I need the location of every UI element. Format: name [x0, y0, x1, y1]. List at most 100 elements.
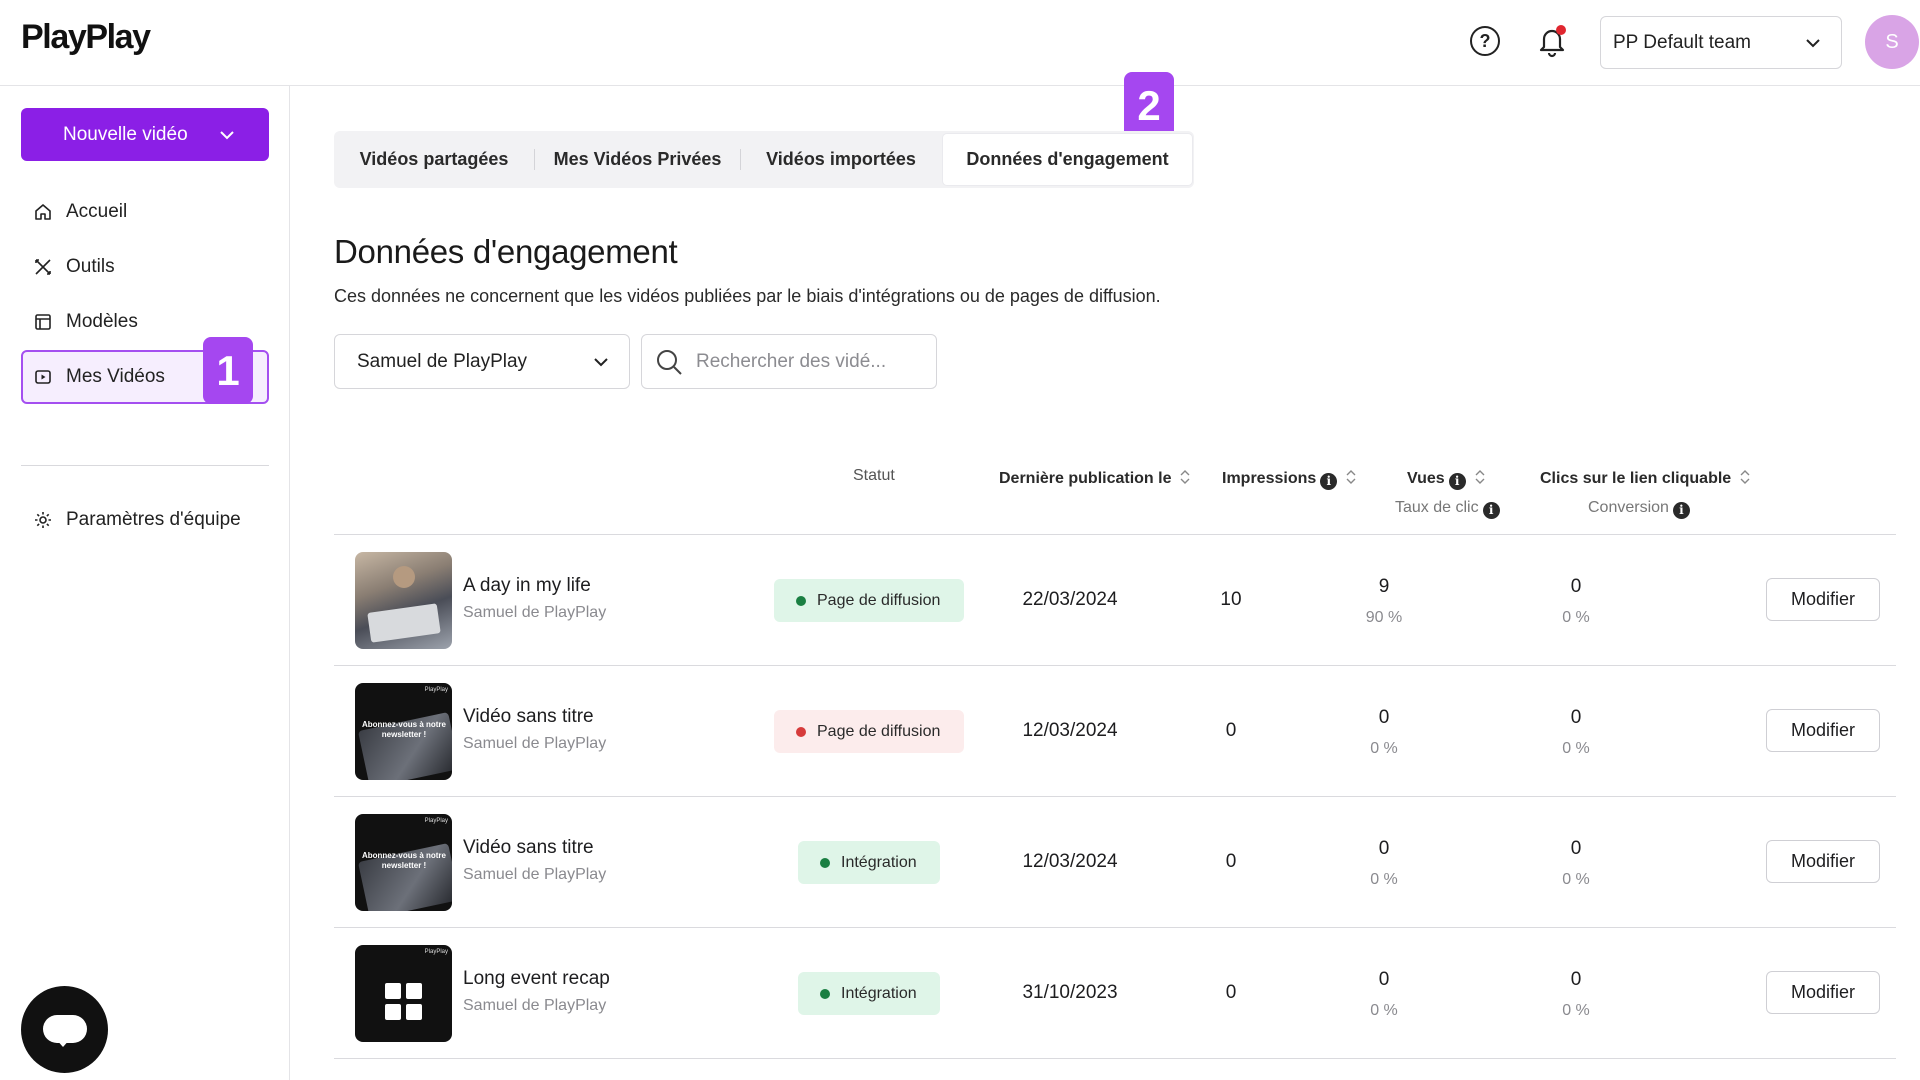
column-header-label: Clics sur le lien cliquable	[1540, 470, 1732, 487]
video-title[interactable]: Vidéo sans titre	[463, 706, 594, 728]
sidebar: Nouvelle vidéo Accueil Outils Modèles Me…	[0, 86, 290, 1080]
status-dot	[820, 989, 830, 999]
impressions-value: 0	[1225, 720, 1237, 741]
info-icon[interactable]: i	[1672, 502, 1690, 519]
video-author: Samuel de PlayPlay	[463, 604, 607, 621]
status-dot	[820, 858, 830, 868]
status-label: Intégration	[841, 985, 917, 1002]
info-icon[interactable]: i	[1320, 473, 1338, 490]
author-filter-select[interactable]: Samuel de PlayPlay	[334, 334, 630, 389]
column-subheader-ctr: Taux de clic i	[1395, 499, 1500, 519]
top-bar: PlayPlay ? PP Default team S	[0, 0, 1920, 86]
sidebar-item-outils[interactable]: Outils	[21, 240, 269, 294]
team-selector[interactable]: PP Default team	[1600, 16, 1842, 69]
video-icon	[35, 370, 51, 384]
sidebar-item-label: Accueil	[66, 201, 128, 222]
tab-private-videos[interactable]: Mes Vidéos Privées	[535, 131, 740, 188]
video-author: Samuel de PlayPlay	[463, 735, 607, 752]
search-input[interactable]	[696, 343, 926, 380]
sidebar-item-label: Paramètres d'équipe	[66, 509, 241, 530]
column-subheader-label: Taux de clic	[1395, 499, 1479, 516]
modify-button[interactable]: Modifier	[1766, 709, 1880, 752]
template-icon	[35, 314, 51, 330]
chevron-down-icon	[220, 131, 234, 140]
column-header-label: Impressions	[1222, 470, 1317, 487]
conversion-value: 0 %	[1562, 871, 1590, 888]
table-row[interactable]: PlayPlay Long event recap Samuel de Play…	[334, 928, 1896, 1059]
column-header-impressions[interactable]: Impressions i	[1222, 467, 1357, 490]
sidebar-divider	[21, 465, 269, 466]
tab-imported-videos[interactable]: Vidéos importées	[741, 131, 941, 188]
search-box	[641, 334, 937, 389]
clicks-value: 0	[1570, 707, 1582, 728]
views-value: 9	[1378, 576, 1390, 597]
impressions-value: 0	[1225, 851, 1237, 872]
user-avatar[interactable]: S	[1865, 15, 1919, 69]
column-header-label: Dernière publication le	[999, 470, 1172, 487]
step-badge-1: 1	[203, 337, 253, 404]
views-value: 0	[1378, 969, 1390, 990]
table-row[interactable]: A day in my life Samuel de PlayPlay Page…	[334, 535, 1896, 666]
sidebar-item-accueil[interactable]: Accueil	[21, 185, 269, 239]
tab-shared-videos[interactable]: Vidéos partagées	[334, 131, 534, 188]
video-title[interactable]: Vidéo sans titre	[463, 837, 594, 859]
video-thumbnail[interactable]: PlayPlay Abonnez-vous à notre newsletter…	[355, 814, 452, 911]
impressions-value: 0	[1225, 982, 1237, 1003]
playplay-logo[interactable]: PlayPlay	[21, 18, 151, 57]
column-subheader-conversion: Conversion i	[1588, 499, 1690, 519]
clicks-value: 0	[1570, 838, 1582, 859]
new-video-label: Nouvelle vidéo	[63, 124, 188, 145]
ctr-value: 90 %	[1365, 609, 1403, 626]
column-header-clicks[interactable]: Clics sur le lien cliquable	[1540, 467, 1751, 488]
team-selector-label: PP Default team	[1613, 32, 1752, 53]
video-thumbnail[interactable]: PlayPlay Abonnez-vous à notre newsletter…	[355, 683, 452, 780]
video-title[interactable]: A day in my life	[463, 575, 591, 597]
modify-button[interactable]: Modifier	[1766, 971, 1880, 1014]
status-label: Page de diffusion	[817, 592, 941, 609]
status-label: Page de diffusion	[817, 723, 941, 740]
last-published-date: 22/03/2024	[1022, 589, 1118, 610]
modify-button[interactable]: Modifier	[1766, 840, 1880, 883]
sort-icon	[1740, 470, 1750, 484]
status-badge: Intégration	[798, 972, 940, 1015]
thumbnail-brand: PlayPlay	[424, 818, 448, 824]
status-dot	[796, 596, 806, 606]
table-row[interactable]: PlayPlay Abonnez-vous à notre newsletter…	[334, 797, 1896, 928]
video-title[interactable]: Long event recap	[463, 968, 610, 990]
last-published-date: 31/10/2023	[1022, 982, 1118, 1003]
video-author: Samuel de PlayPlay	[463, 866, 607, 883]
search-icon	[657, 350, 682, 375]
chevron-down-icon	[1806, 39, 1820, 48]
ctr-value: 0 %	[1370, 740, 1398, 757]
impressions-value: 10	[1220, 589, 1242, 610]
help-icon[interactable]: ?	[1470, 26, 1500, 56]
ctr-value: 0 %	[1370, 1002, 1398, 1019]
sidebar-item-team-settings[interactable]: Paramètres d'équipe	[21, 493, 269, 547]
gear-icon	[35, 512, 51, 528]
video-thumbnail[interactable]	[355, 552, 452, 649]
chat-support-button[interactable]	[21, 986, 108, 1073]
views-value: 0	[1378, 838, 1390, 859]
thumbnail-caption: Abonnez-vous à notre newsletter !	[361, 720, 446, 739]
column-header-views[interactable]: Vues i	[1407, 467, 1486, 490]
home-icon	[35, 204, 51, 220]
new-video-button[interactable]: Nouvelle vidéo	[21, 108, 269, 161]
column-header-status: Statut	[853, 467, 895, 484]
thumbnail-caption: Abonnez-vous à notre newsletter !	[361, 851, 446, 870]
column-subheader-label: Conversion	[1588, 499, 1669, 516]
thumbnail-grid	[385, 983, 423, 1021]
author-filter-label: Samuel de PlayPlay	[357, 351, 528, 372]
video-thumbnail[interactable]: PlayPlay	[355, 945, 452, 1042]
sidebar-item-label: Mes Vidéos	[66, 366, 165, 387]
info-icon[interactable]: i	[1482, 502, 1500, 519]
modify-button[interactable]: Modifier	[1766, 578, 1880, 621]
clicks-value: 0	[1570, 969, 1582, 990]
table-row[interactable]: PlayPlay Abonnez-vous à notre newsletter…	[334, 666, 1896, 797]
status-dot	[796, 727, 806, 737]
tab-engagement-data[interactable]: Données d'engagement	[943, 134, 1192, 185]
chevron-down-icon	[594, 358, 608, 367]
info-icon[interactable]: i	[1448, 473, 1466, 490]
sort-icon	[1346, 470, 1356, 484]
status-label: Intégration	[841, 854, 917, 871]
column-header-last-published[interactable]: Dernière publication le	[999, 467, 1191, 488]
